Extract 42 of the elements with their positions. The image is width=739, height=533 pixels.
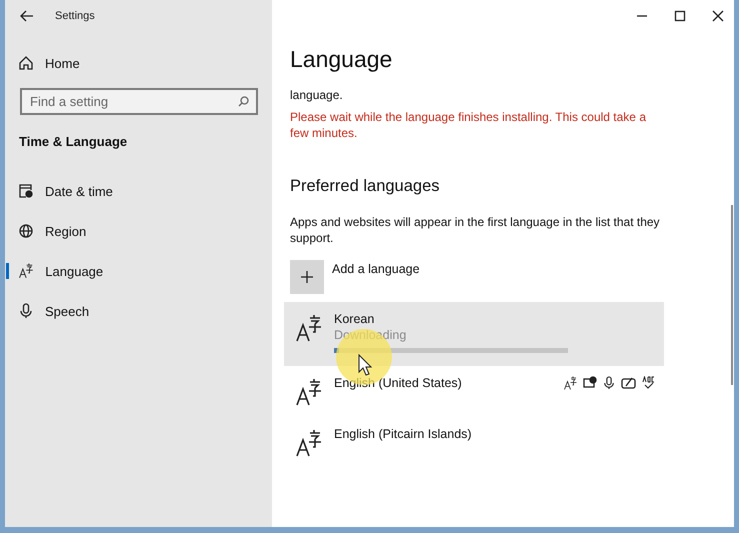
search-icon [238, 96, 249, 107]
maximize-button[interactable] [672, 8, 688, 24]
nav-item[interactable]: Region [5, 211, 272, 251]
section-heading: Preferred languages [290, 177, 441, 196]
language-name: English (United States) [334, 376, 462, 390]
page-title: Language [290, 46, 394, 73]
display-language-icon [564, 376, 577, 390]
language-icon [296, 378, 322, 406]
calendar-clock-icon [19, 184, 33, 198]
close-button[interactable] [710, 8, 726, 24]
window-title: Settings [55, 10, 95, 22]
globe-icon [19, 224, 33, 238]
description-text: Apps and websites will appear in the first language in the list that they support. [290, 214, 661, 246]
language-name: English (Pitcairn Islands) [334, 427, 472, 441]
language-row[interactable]: English (United States) [284, 366, 664, 417]
search-field[interactable]: Find a setting [20, 88, 258, 115]
intro-text: language. [290, 87, 344, 103]
speech-bubble-icon [583, 376, 597, 390]
language-icon [296, 429, 322, 457]
spellcheck-icon [642, 376, 656, 390]
nav-item[interactable]: Speech [5, 291, 272, 331]
nav-item[interactable]: Date & time [5, 171, 272, 211]
warning-text: Please wait while the language finishes installing. This could take a few minutes. [290, 109, 647, 141]
microphone-icon [603, 376, 615, 390]
plus-icon [301, 271, 313, 283]
close-icon [712, 10, 724, 22]
language-row[interactable]: English (Pitcairn Islands) [284, 417, 664, 468]
nav-item[interactable]: Language [5, 251, 272, 291]
add-language-label[interactable]: Add a language [332, 262, 420, 276]
section-heading: Time & Language [18, 133, 128, 151]
back-button[interactable] [19, 8, 35, 24]
add-language-button[interactable] [290, 260, 324, 294]
maximize-icon [674, 10, 686, 22]
home-icon [19, 56, 33, 70]
handwriting-icon [621, 376, 636, 390]
home-link[interactable]: Home [5, 43, 272, 83]
back-arrow-icon [20, 10, 34, 22]
scrollbar[interactable] [731, 205, 733, 385]
language-icon [19, 263, 34, 279]
language-name: Korean [334, 312, 374, 326]
language-icon [296, 314, 322, 342]
microphone-icon [19, 303, 33, 319]
